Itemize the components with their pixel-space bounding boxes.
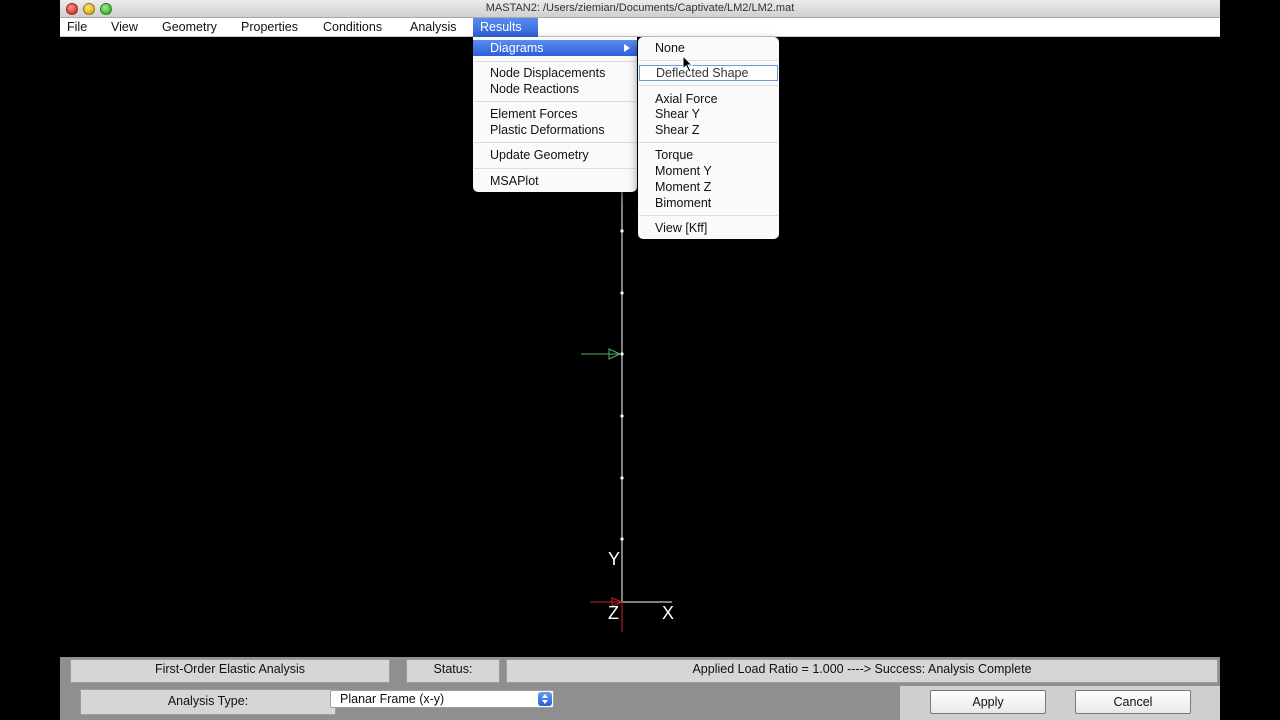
cancel-button[interactable]: Cancel: [1075, 690, 1191, 714]
menu-item-update-geometry[interactable]: Update Geometry: [473, 147, 637, 163]
x-axis-label: X: [662, 603, 675, 623]
status-message: Applied Load Ratio = 1.000 ----> Success…: [506, 659, 1218, 683]
menu-item-moment-z[interactable]: Moment Z: [638, 179, 779, 195]
menu-separator: [639, 60, 778, 61]
menu-item-node-reactions[interactable]: Node Reactions: [473, 81, 637, 97]
menu-item-shear-y[interactable]: Shear Y: [638, 106, 779, 122]
mouse-cursor-icon: [682, 55, 694, 73]
diagrams-submenu: None Deflected Shape Axial Force Shear Y…: [638, 37, 779, 239]
z-axis-label: Z: [608, 603, 619, 623]
menu-item-element-forces[interactable]: Element Forces: [473, 106, 637, 122]
status-bar: First-Order Elastic Analysis Status: App…: [60, 657, 1220, 720]
menu-separator: [474, 61, 636, 62]
analysis-type-value: Planar Frame (x-y): [340, 692, 445, 706]
axis-triad: [590, 562, 672, 632]
menu-conditions[interactable]: Conditions: [316, 18, 389, 37]
node-point: [620, 414, 624, 418]
menu-separator: [639, 215, 778, 216]
apply-button[interactable]: Apply: [930, 690, 1046, 714]
analysis-type-select[interactable]: Planar Frame (x-y): [330, 690, 554, 708]
menu-separator: [639, 142, 778, 143]
window-title: MASTAN2: /Users/ziemian/Documents/Captiv…: [485, 2, 795, 14]
menu-file[interactable]: File: [60, 18, 94, 37]
load-arrow: [581, 348, 622, 360]
node-point: [620, 291, 624, 295]
menu-item-plastic-deformations[interactable]: Plastic Deformations: [473, 122, 637, 138]
menu-item-bimoment[interactable]: Bimoment: [638, 195, 779, 211]
menu-separator: [474, 168, 636, 169]
menu-view[interactable]: View: [104, 18, 145, 37]
menu-bar: File View Geometry Properties Conditions…: [60, 18, 1220, 37]
menu-item-deflected-shape[interactable]: Deflected Shape: [639, 65, 778, 81]
menu-item-msaplot[interactable]: MSAPlot: [473, 173, 637, 189]
analysis-type-label: Analysis Type:: [80, 689, 336, 715]
y-axis-label: Y: [608, 549, 621, 569]
menu-analysis[interactable]: Analysis: [403, 18, 464, 37]
menu-separator: [474, 142, 636, 143]
menu-item-shear-z[interactable]: Shear Z: [638, 122, 779, 138]
node-point: [620, 476, 624, 480]
select-stepper-icon: [538, 692, 552, 706]
menu-item-diagrams-label: Diagrams: [490, 41, 544, 55]
menu-item-axial-force[interactable]: Axial Force: [638, 91, 779, 107]
results-menu: Diagrams Node Displacements Node Reactio…: [473, 37, 637, 192]
menu-properties[interactable]: Properties: [234, 18, 305, 37]
menu-separator: [639, 85, 778, 86]
menu-geometry[interactable]: Geometry: [155, 18, 224, 37]
menu-item-moment-y[interactable]: Moment Y: [638, 163, 779, 179]
menu-item-diagrams[interactable]: Diagrams: [473, 40, 637, 56]
node-point: [620, 229, 624, 233]
status-label: Status:: [406, 659, 500, 683]
menu-item-torque[interactable]: Torque: [638, 147, 779, 163]
submenu-arrow-icon: [624, 44, 630, 52]
menu-results[interactable]: Results: [473, 18, 538, 37]
node-point: [620, 537, 624, 541]
analysis-name-panel: First-Order Elastic Analysis: [70, 659, 390, 683]
menu-item-node-displacements[interactable]: Node Displacements: [473, 65, 637, 81]
menu-item-view-kff[interactable]: View [Kff]: [638, 220, 779, 236]
menu-separator: [474, 101, 636, 102]
menu-item-none[interactable]: None: [638, 40, 779, 56]
title-bar: MASTAN2: /Users/ziemian/Documents/Captiv…: [60, 0, 1220, 18]
app-window: MASTAN2: /Users/ziemian/Documents/Captiv…: [60, 0, 1220, 720]
